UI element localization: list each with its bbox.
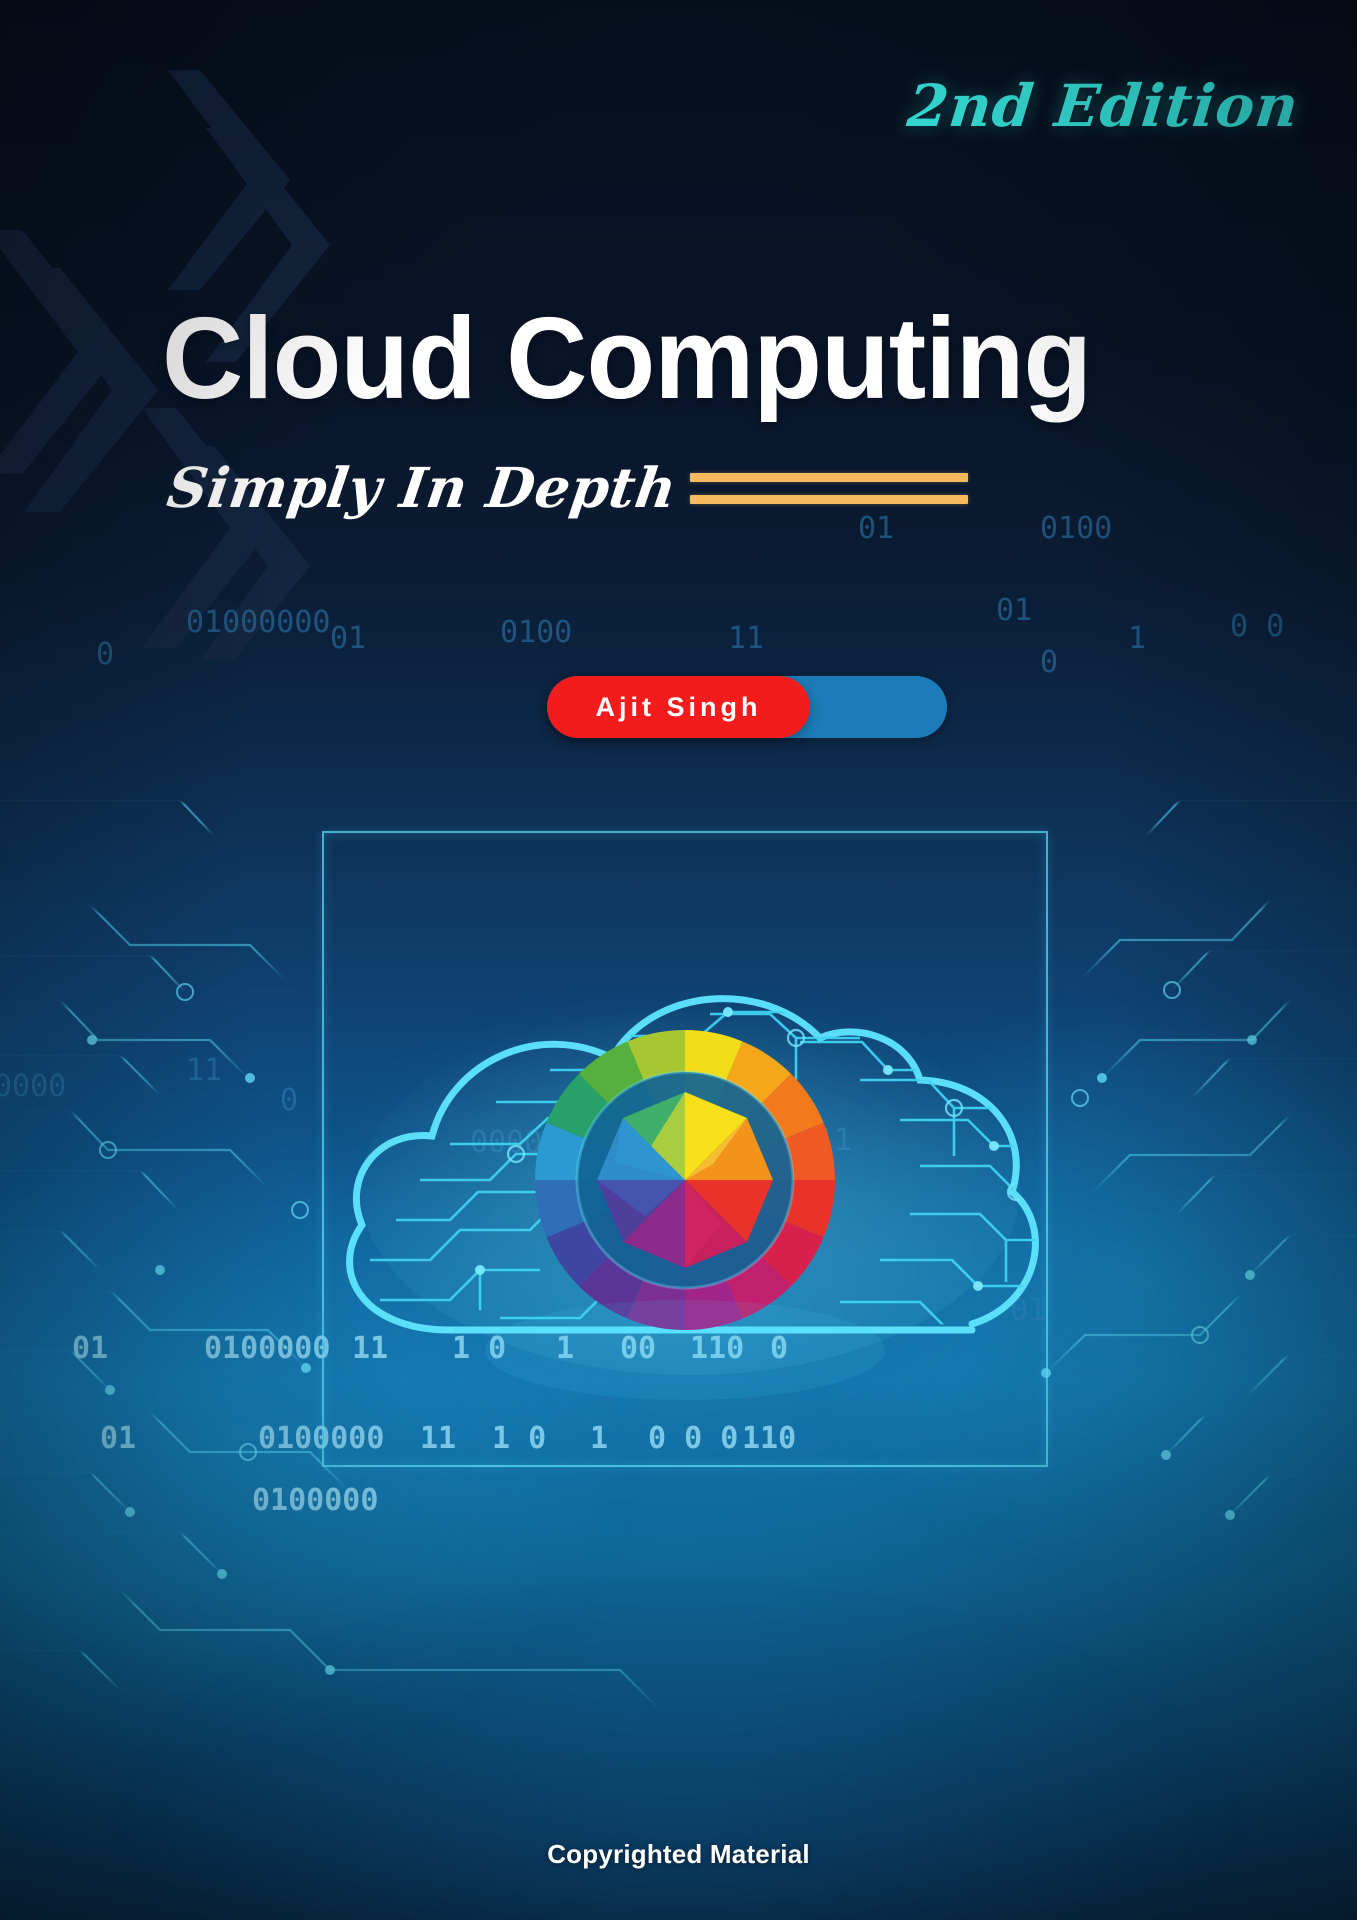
- vignette-overlay: [0, 0, 1357, 1920]
- book-cover: 01 0100 01000000 01 0100 11 01 1 0 0 0 0…: [0, 0, 1357, 1920]
- copyright-notice: Copyrighted Material: [547, 1839, 810, 1869]
